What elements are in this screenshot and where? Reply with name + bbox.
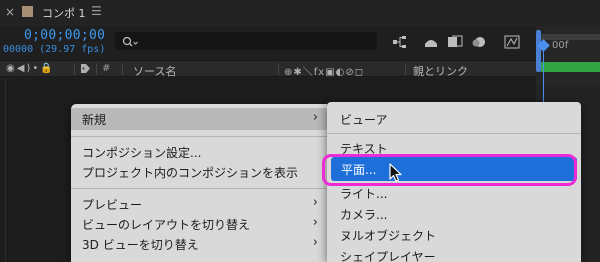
frame-count-fps: 00000 (29.97 fps) (3, 44, 106, 55)
search-icon (121, 34, 139, 48)
chevron-right-icon: › (312, 110, 318, 125)
mouse-cursor-icon (389, 163, 403, 183)
chevron-right-icon: › (312, 195, 318, 210)
ruler-tick-label: 00f (552, 40, 569, 51)
shy-layers-icon[interactable] (423, 34, 439, 48)
menu-item-switch-3d-view[interactable]: 3D ビューを切り替え › (71, 233, 327, 255)
time-navigator-bar[interactable] (541, 34, 600, 40)
column-divider (74, 63, 75, 75)
submenu-item-viewer[interactable]: ビューア (327, 109, 581, 129)
comp-color-swatch (22, 6, 33, 17)
current-timecode[interactable]: 0;00;00;00 (24, 28, 105, 43)
submenu-item-null-object[interactable]: ヌルオブジェクト (327, 225, 581, 245)
menu-separator (71, 136, 327, 137)
menu-item-new[interactable]: 新規 › (71, 108, 327, 130)
layer-switches-icons: ⊕✱＼fx▣◐⊘◻ (284, 67, 365, 78)
context-menu: 新規 › コンポジション設定... プロジェクト内のコンポジションを表示 プレビ… (71, 104, 327, 262)
work-area-bar[interactable] (541, 62, 600, 72)
av-feature-icons[interactable]: ◉◀)•🔒 (6, 63, 55, 74)
layer-column-header: ◉◀)•🔒 # ソース名 ⊕✱＼fx▣◐⊘◻ 親とリンク (0, 60, 536, 79)
close-tab-button[interactable]: × (5, 5, 15, 19)
column-divider (278, 63, 279, 75)
chevron-right-icon: › (312, 235, 318, 250)
column-divider (96, 63, 97, 75)
composition-tab-title[interactable]: コンポ 1 (42, 5, 86, 21)
tag-icon[interactable] (80, 63, 91, 77)
frame-blending-icon[interactable] (447, 34, 463, 48)
layer-number-column: # (102, 63, 111, 74)
layer-search-input[interactable] (115, 32, 377, 50)
panel-divider (5, 78, 6, 262)
submenu-item-light[interactable]: ライト... (327, 183, 581, 203)
menu-separator (327, 133, 581, 134)
graph-editor-icon[interactable] (504, 34, 520, 49)
menu-item-composition-settings[interactable]: コンポジション設定... (71, 141, 327, 163)
column-divider (122, 63, 123, 75)
panel-menu-icon[interactable]: ☰ (91, 4, 102, 18)
submenu-item-camera[interactable]: カメラ... (327, 204, 581, 224)
menu-item-switch-view-layout[interactable]: ビューのレイアウトを切り替え › (71, 213, 327, 235)
highlight-annotation-ring (322, 154, 577, 186)
composition-tab-bar: × コンポ 1 ☰ (0, 0, 600, 26)
motion-blur-icon[interactable] (472, 34, 488, 48)
submenu-item-shape-layer[interactable]: シェイプレイヤー (327, 246, 581, 262)
column-divider (405, 63, 406, 75)
parent-link-column: 親とリンク (413, 65, 468, 78)
menu-separator (71, 188, 327, 189)
menu-item-preview[interactable]: プレビュー › (71, 193, 327, 215)
menu-item-reveal-in-project[interactable]: プロジェクト内のコンポジションを表示 (71, 161, 327, 183)
chevron-right-icon: › (312, 215, 318, 230)
flowchart-icon[interactable] (392, 34, 408, 48)
source-name-column[interactable]: ソース名 (133, 63, 176, 79)
